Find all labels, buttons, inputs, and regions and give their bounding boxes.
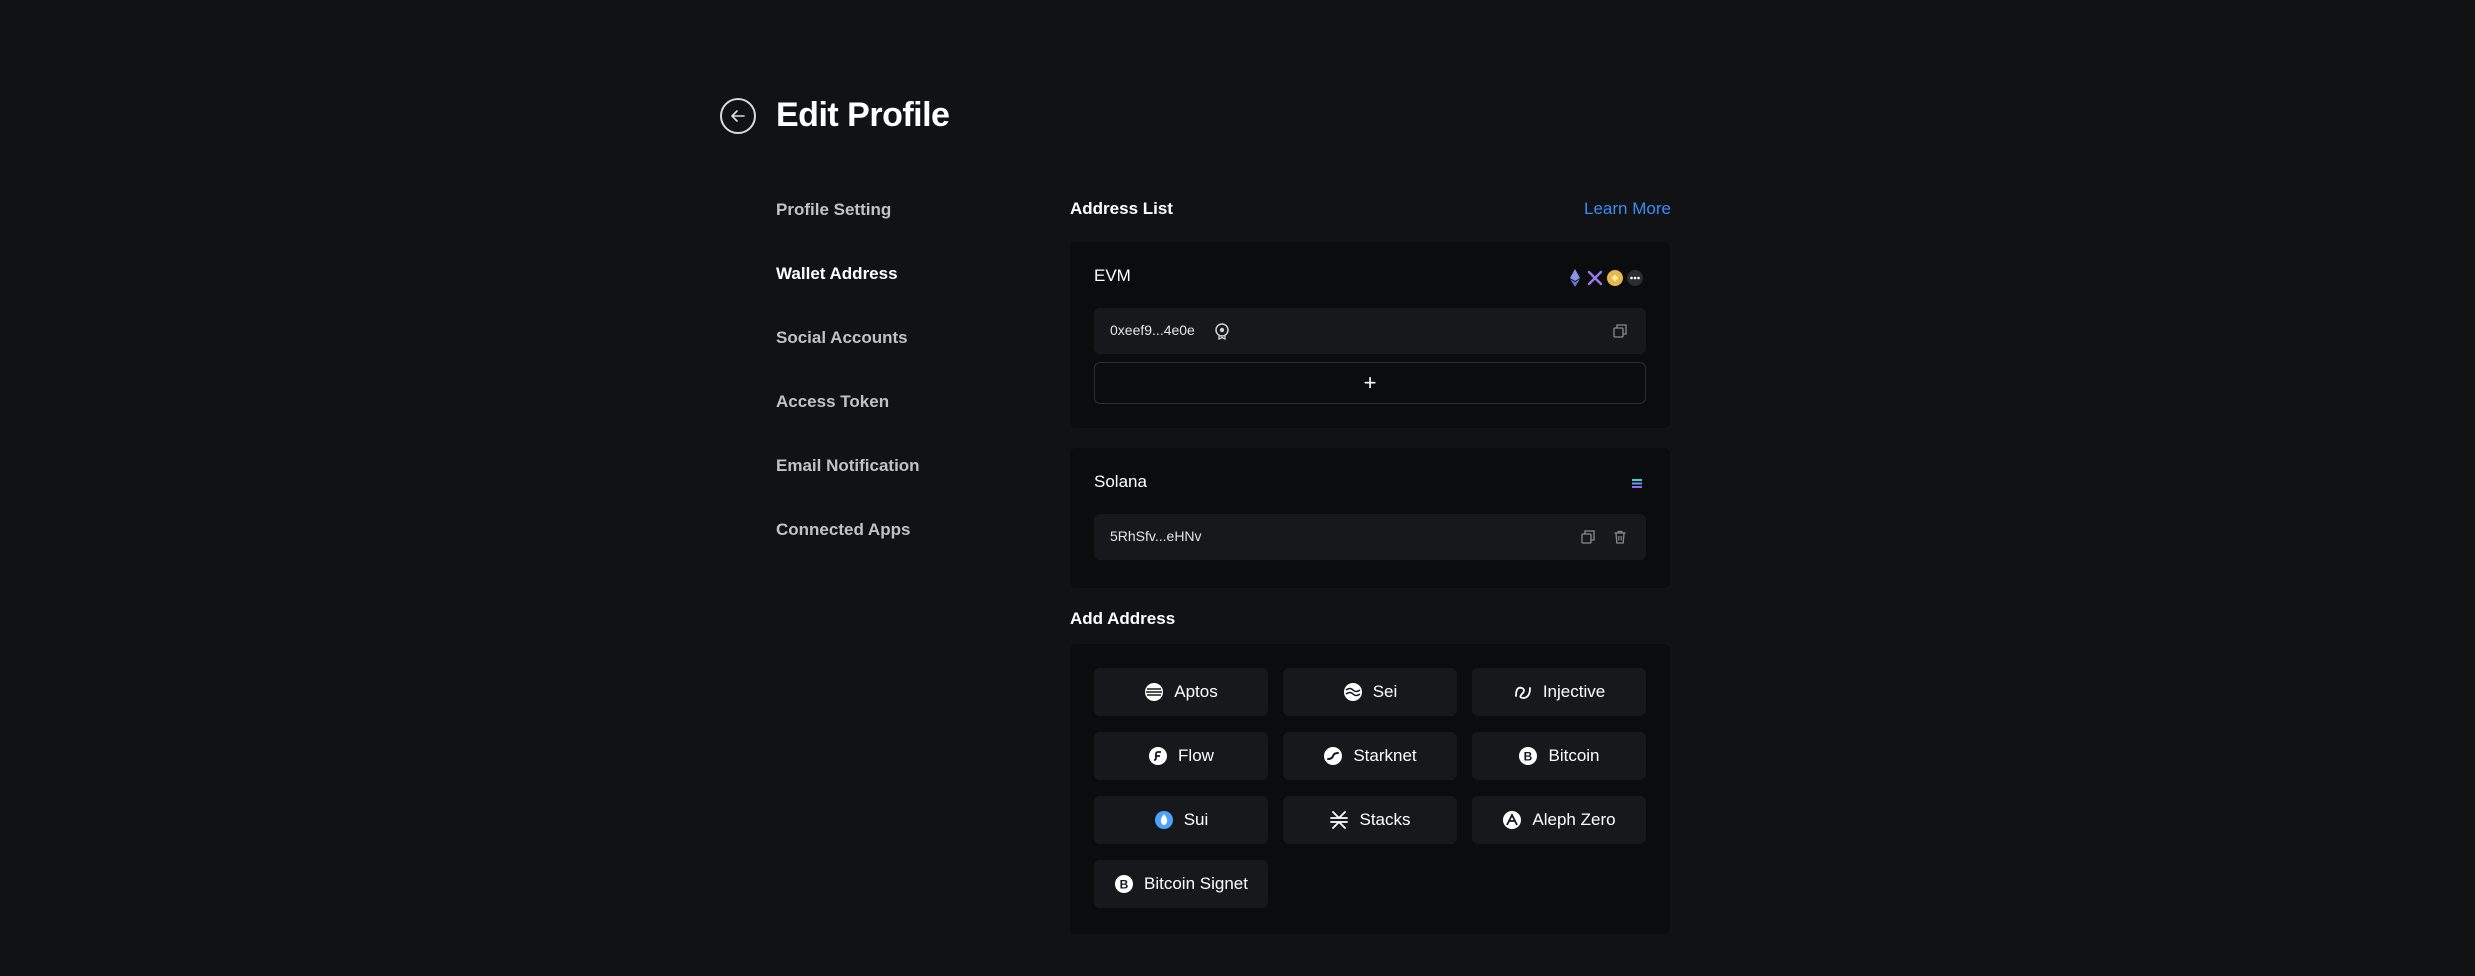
sui-icon <box>1154 810 1174 830</box>
aptos-icon <box>1144 682 1164 702</box>
side-nav: Profile Setting Wallet Address Social Ac… <box>776 196 920 580</box>
nav-item-wallet-address[interactable]: Wallet Address <box>776 260 920 324</box>
chain-label: Bitcoin <box>1548 746 1600 765</box>
add-aptos-button[interactable]: Aptos <box>1094 668 1268 716</box>
evm-card-title: EVM <box>1094 266 1131 285</box>
starknet-icon <box>1323 746 1343 766</box>
add-flow-button[interactable]: Flow <box>1094 732 1268 780</box>
more-icon[interactable] <box>1626 268 1644 288</box>
nav-item-email-notification[interactable]: Email Notification <box>776 452 920 516</box>
solana-card-title: Solana <box>1094 472 1147 491</box>
evm-address-text: 0xeef9...4e0e <box>1110 322 1195 338</box>
add-address-grid: Aptos Sei Injective Flow Starknet B Bitc… <box>1094 668 1646 908</box>
back-button[interactable] <box>720 98 756 134</box>
aleph-zero-icon <box>1502 810 1522 830</box>
plus-icon: + <box>1363 370 1377 395</box>
nav-item-profile-setting[interactable]: Profile Setting <box>776 196 920 260</box>
solana-card: Solana 5RhSfv...eHNv <box>1070 448 1670 588</box>
chain-label: Flow <box>1178 746 1214 765</box>
bnb-icon <box>1607 270 1623 286</box>
add-bitcoin-signet-button[interactable]: B Bitcoin Signet <box>1094 860 1268 908</box>
chain-label: Sei <box>1372 682 1398 701</box>
arrow-left-icon <box>731 110 745 122</box>
evm-chain-icons <box>1566 268 1644 288</box>
trash-icon[interactable] <box>1610 527 1630 547</box>
solana-chain-icons <box>1630 474 1644 492</box>
chain-label: Sui <box>1183 810 1209 829</box>
page-title: Edit Profile <box>776 96 950 134</box>
chain-label: Injective <box>1542 682 1606 701</box>
solana-address-row: 5RhSfv...eHNv <box>1094 514 1646 560</box>
address-list-title: Address List <box>1070 199 1173 218</box>
bitcoin-icon: B <box>1518 746 1538 766</box>
chain-label: Aleph Zero <box>1532 810 1616 829</box>
add-sui-button[interactable]: Sui <box>1094 796 1268 844</box>
learn-more-link[interactable]: Learn More <box>1584 199 1671 219</box>
bitcoin-signet-icon: B <box>1114 874 1134 894</box>
chain-label: Bitcoin Signet <box>1144 874 1248 893</box>
add-address-card: Aptos Sei Injective Flow Starknet B Bitc… <box>1070 644 1670 934</box>
injective-icon <box>1513 682 1533 702</box>
primary-badge-icon <box>1212 321 1232 341</box>
add-stacks-button[interactable]: Stacks <box>1283 796 1457 844</box>
nav-item-connected-apps[interactable]: Connected Apps <box>776 516 920 580</box>
add-sei-button[interactable]: Sei <box>1283 668 1457 716</box>
solana-icon <box>1632 479 1642 488</box>
nav-item-access-token[interactable]: Access Token <box>776 388 920 452</box>
add-injective-button[interactable]: Injective <box>1472 668 1646 716</box>
flow-icon <box>1148 746 1168 766</box>
svg-text:B: B <box>1120 878 1129 892</box>
add-evm-address-button[interactable]: + <box>1094 362 1646 404</box>
stacks-icon <box>1329 810 1349 830</box>
add-bitcoin-button[interactable]: B Bitcoin <box>1472 732 1646 780</box>
evm-card: EVM 0xeef9...4e0e + <box>1070 242 1670 428</box>
chain-label: Stacks <box>1359 810 1411 829</box>
nav-item-social-accounts[interactable]: Social Accounts <box>776 324 920 388</box>
copy-icon[interactable] <box>1610 321 1630 341</box>
add-starknet-button[interactable]: Starknet <box>1283 732 1457 780</box>
chain-label: Aptos <box>1174 682 1218 701</box>
add-aleph-zero-button[interactable]: Aleph Zero <box>1472 796 1646 844</box>
arbitrum-icon <box>1587 270 1603 286</box>
solana-address-text: 5RhSfv...eHNv <box>1110 528 1202 544</box>
copy-icon[interactable] <box>1578 527 1598 547</box>
add-address-title: Add Address <box>1070 609 1176 628</box>
svg-text:B: B <box>1524 750 1533 764</box>
sei-icon <box>1343 682 1363 702</box>
evm-address-row: 0xeef9...4e0e <box>1094 308 1646 354</box>
chain-label: Starknet <box>1353 746 1417 765</box>
ethereum-icon <box>1570 269 1580 287</box>
